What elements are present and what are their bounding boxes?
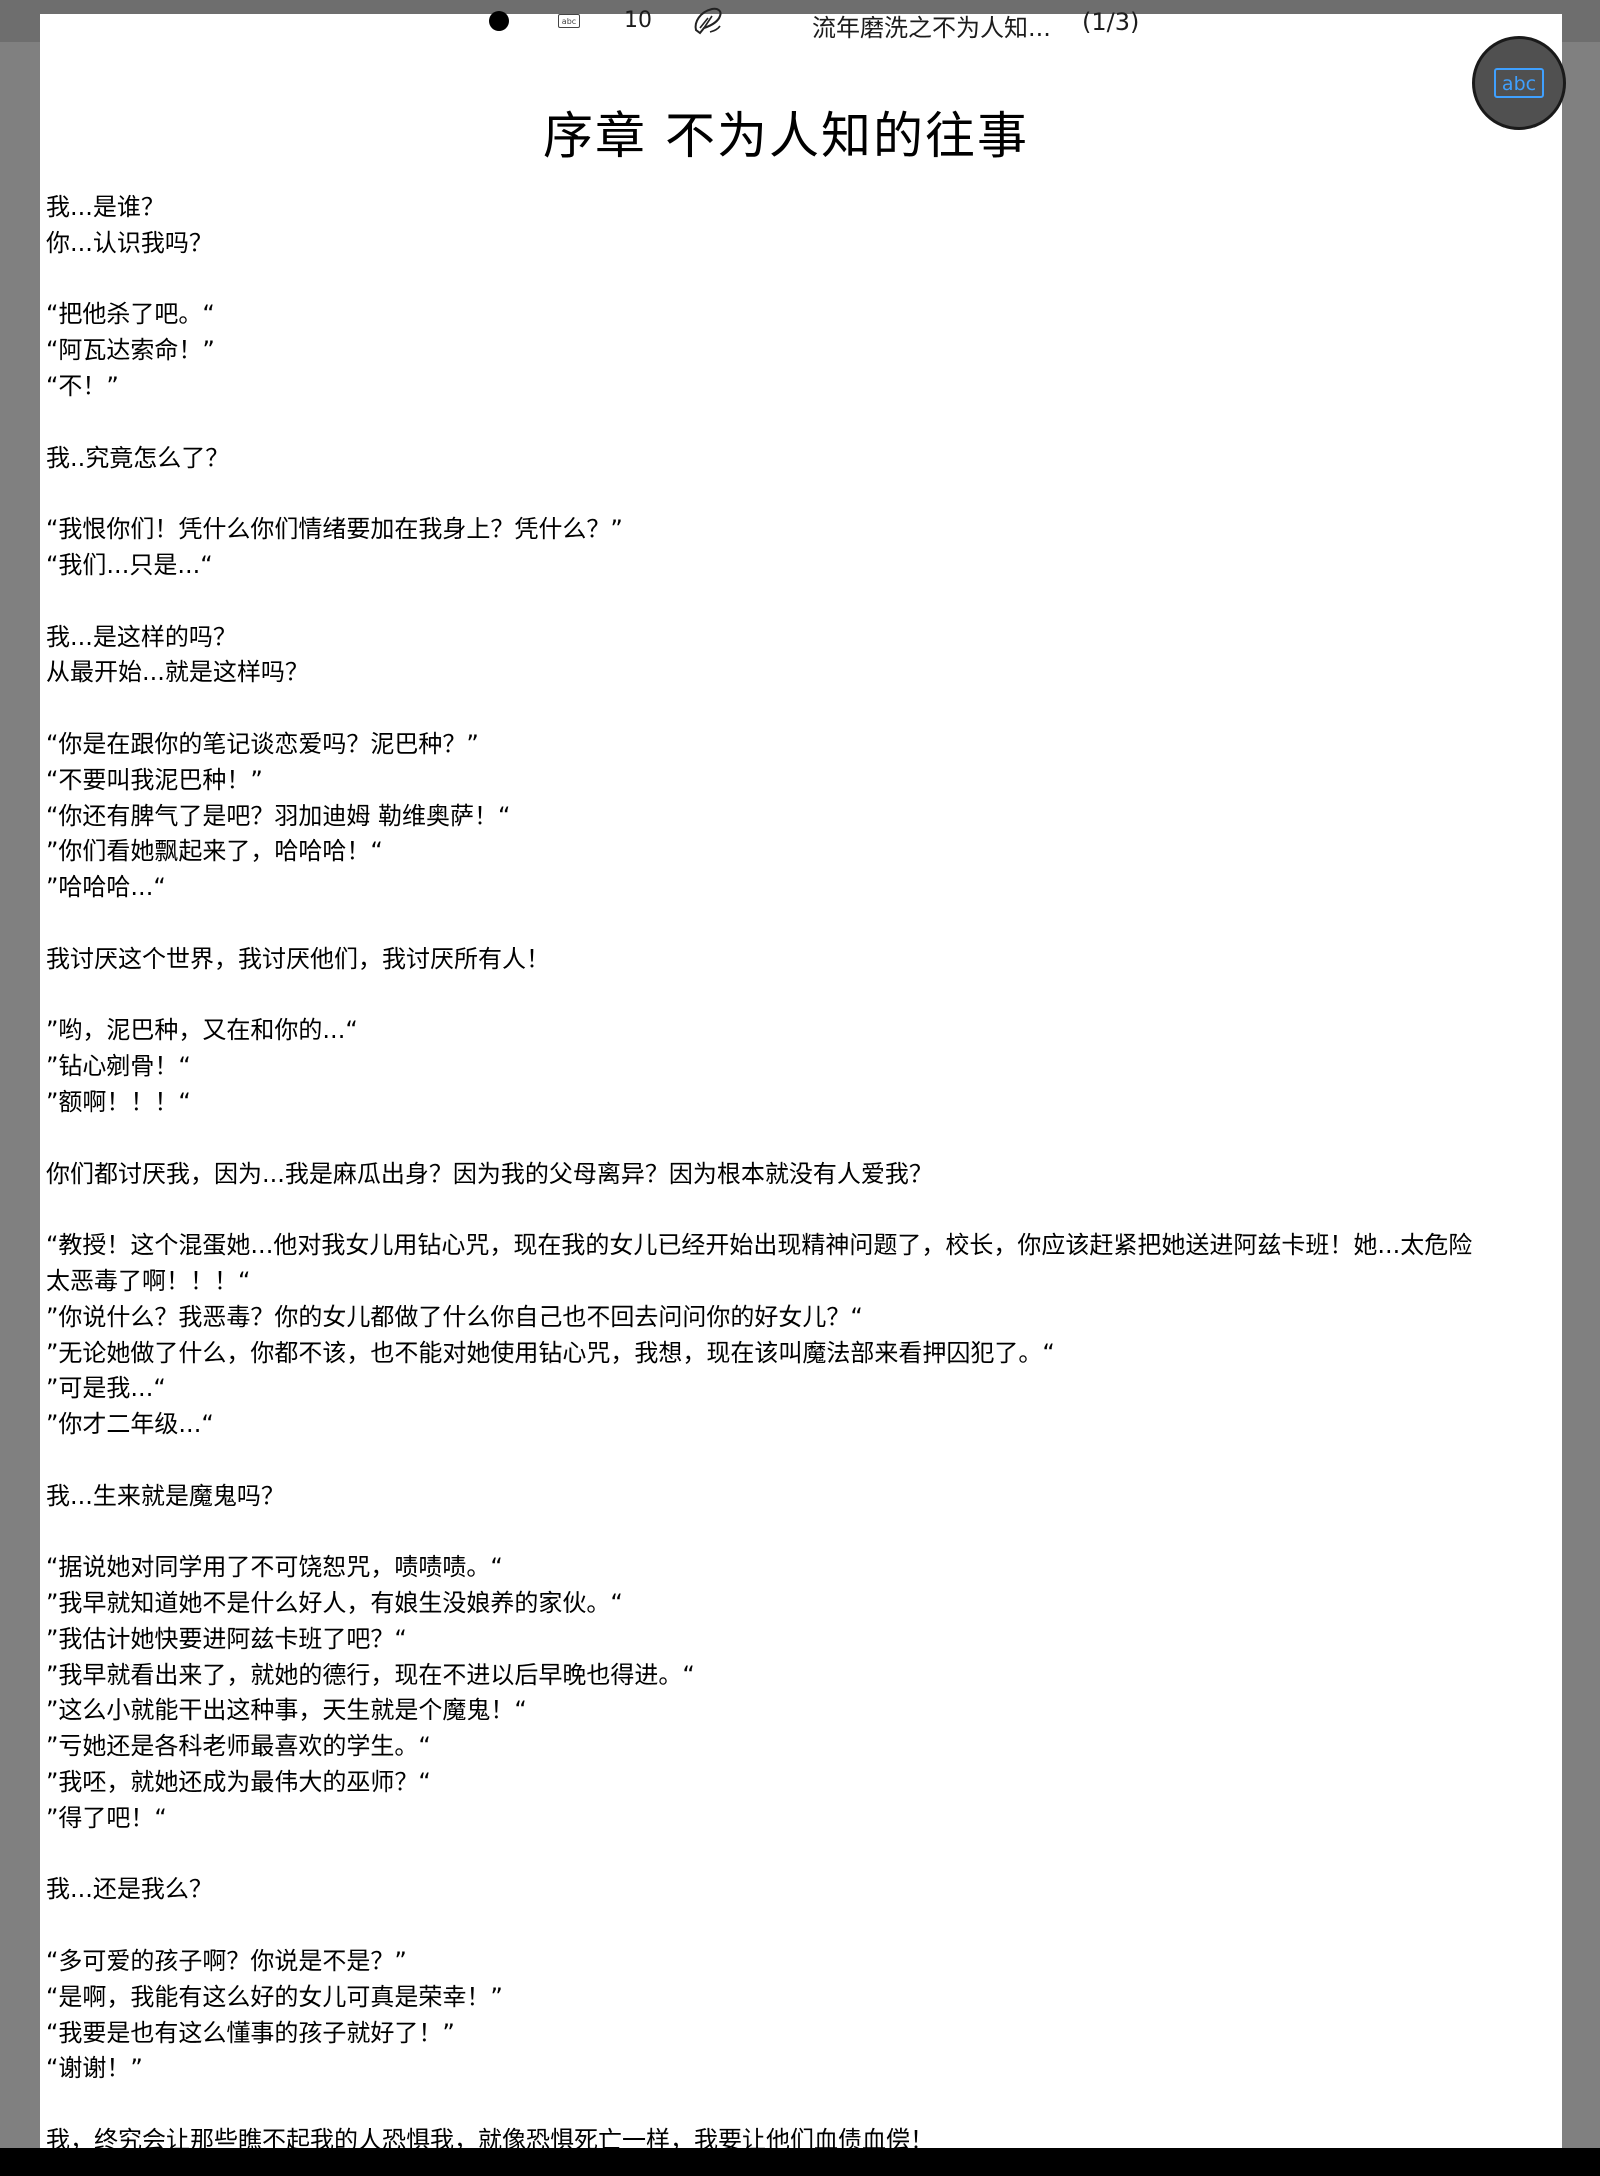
text-line: 我...生来就是魔鬼吗？	[46, 1481, 285, 1510]
text-line: ”可是我...“	[46, 1374, 166, 1403]
page-indicator: (1/3)	[1082, 8, 1140, 36]
document-page[interactable]: 序章 不为人知的往事 我...是谁？ 你...认识我吗？ “把他杀了吧。“ “阿瓦达索…	[40, 14, 1562, 2148]
text-line: “你是在跟你的笔记谈恋爱吗？泥巴种？”	[46, 729, 479, 758]
text-line: 我讨厌这个世界，我讨厌他们，我讨厌所有人！	[46, 944, 550, 973]
text-mode-icon[interactable]: abc	[558, 14, 580, 28]
text-line: “我恨你们！凭什么你们情绪要加在我身上？凭什么？”	[46, 515, 623, 544]
font-size-value[interactable]: 10	[624, 8, 652, 33]
text-line: ”你才二年级...“	[46, 1410, 214, 1439]
text-line: “据说她对同学用了不可饶恕咒，啧啧啧。“	[46, 1553, 503, 1582]
text-line: “你还有脾气了是吧？羽加迪姆 勒维奥萨！“	[46, 801, 511, 830]
text-line: ”你说什么？我恶毒？你的女儿都做了什么你自己也不回去问问你的好女儿？“	[46, 1302, 863, 1331]
text-line: ”这么小就能干出这种事，天生就是个魔鬼！“	[46, 1696, 527, 1725]
text-line: “教授！这个混蛋她...他对我女儿用钻心咒，现在我的女儿已经开始出现精神问题了，…	[46, 1231, 1473, 1260]
text-line: 我..究竟怎么了？	[46, 443, 230, 472]
text-line: 你们都讨厌我，因为...我是麻瓜出身？因为我的父母离异？因为根本就没有人爱我？	[46, 1159, 933, 1188]
text-line: 从最开始...就是这样吗？	[46, 658, 309, 687]
abc-icon: abc	[1494, 68, 1544, 98]
reader-toolbar: abc 10 流年磨洗之不为人知... (1/3)	[0, 0, 1600, 44]
text-line: “谢谢！”	[46, 2054, 143, 2083]
text-line: ”我早就看出来了，就她的德行，现在不进以后早晚也得进。“	[46, 1660, 695, 1689]
text-line: ”我估计她快要进阿兹卡班了吧？“	[46, 1624, 407, 1653]
text-line: ”额啊！！！“	[46, 1087, 191, 1116]
text-line: 太恶毒了啊！！！“	[46, 1266, 251, 1295]
text-line: ”你们看她飘起来了，哈哈哈！“	[46, 837, 383, 866]
text-line: ”得了吧！“	[46, 1803, 167, 1832]
text-line: ”哈哈哈...“	[46, 873, 166, 902]
text-line: “把他杀了吧。“	[46, 300, 215, 329]
text-line: “我要是也有这么懂事的孩子就好了！”	[46, 2018, 455, 2047]
bottom-bar	[0, 2148, 1600, 2176]
record-dot-icon[interactable]	[489, 11, 509, 31]
text-line: 你...认识我吗？	[46, 228, 213, 257]
document-title: 流年磨洗之不为人知...	[812, 14, 1051, 42]
text-line: 我，终究会让那些瞧不起我的人恐惧我，就像恐惧死亡一样，我要让他们血债血偿！	[46, 2126, 934, 2148]
text-line: “多可爱的孩子啊？你说是不是？”	[46, 1947, 407, 1976]
text-line: ”亏她还是各科老师最喜欢的学生。“	[46, 1732, 431, 1761]
text-line: 我...还是我么？	[46, 1875, 213, 1904]
text-line: “不！”	[46, 371, 119, 400]
text-line: “是啊，我能有这么好的女儿可真是荣幸！”	[46, 1982, 503, 2011]
text-line: ”钻心剜骨！“	[46, 1052, 191, 1081]
text-line: ”哟，泥巴种，又在和你的...“	[46, 1016, 358, 1045]
text-line: ”我早就知道她不是什么好人，有娘生没娘养的家伙。“	[46, 1589, 623, 1618]
text-recognition-button[interactable]: abc	[1472, 36, 1566, 130]
text-line: ”无论她做了什么，你都不该，也不能对她使用钻心咒，我想，现在该叫魔法部来看押囚犯…	[46, 1338, 1055, 1367]
text-line: “阿瓦达索命！”	[46, 336, 215, 365]
text-line: “不要叫我泥巴种！”	[46, 765, 263, 794]
chapter-text[interactable]: 我...是谁？ 你...认识我吗？ “把他杀了吧。“ “阿瓦达索命！” “不！” 我..究…	[46, 190, 1558, 2148]
text-line: “我们...只是...“	[46, 550, 213, 579]
text-line: 我...是谁？	[46, 193, 165, 221]
text-line: 我...是这样的吗？	[46, 622, 237, 651]
chapter-title: 序章 不为人知的往事	[543, 107, 1029, 165]
text-line: ”我呸，就她还成为最伟大的巫师？“	[46, 1768, 431, 1797]
pen-icon[interactable]	[690, 6, 726, 36]
